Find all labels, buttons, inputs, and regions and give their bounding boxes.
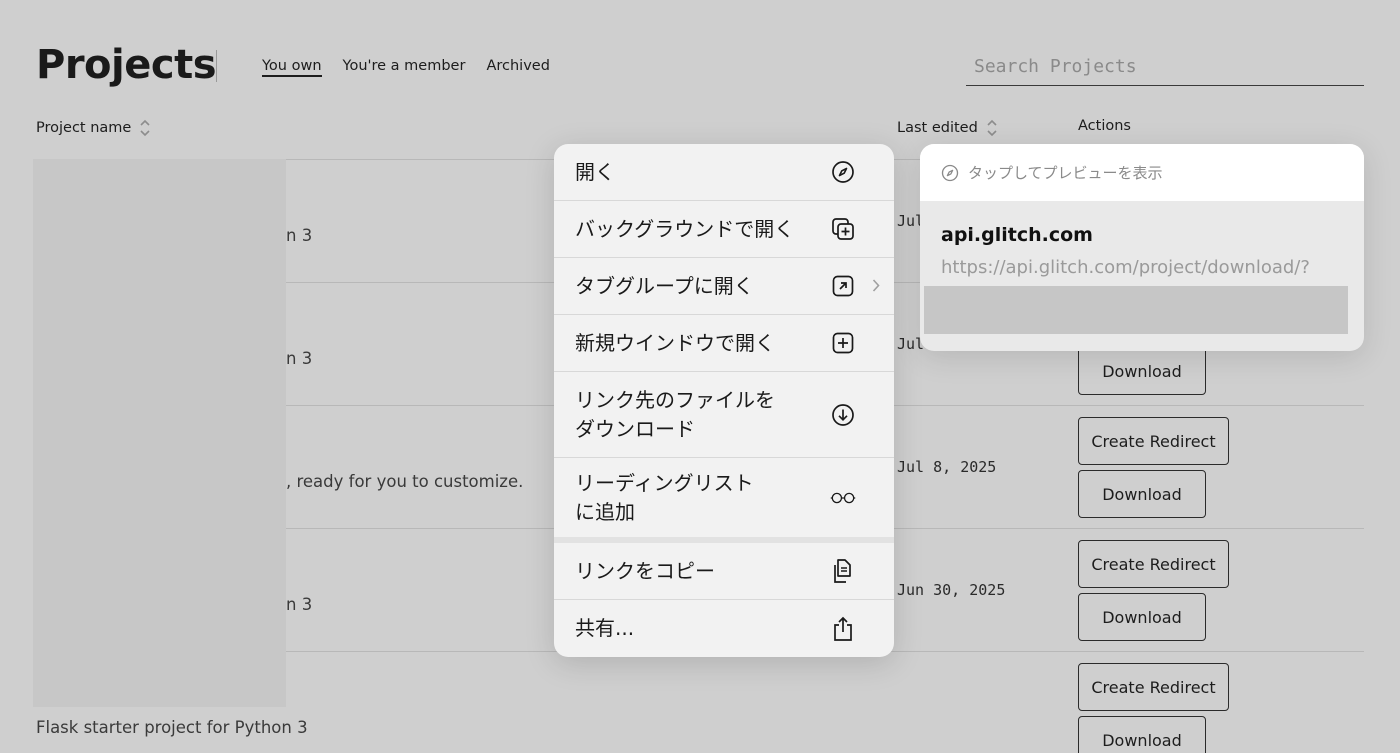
create-redirect-button[interactable]: Create Redirect bbox=[1078, 663, 1229, 711]
create-redirect-button[interactable]: Create Redirect bbox=[1078, 417, 1229, 465]
menu-item-label: リンク先のファイルを ダウンロード bbox=[575, 387, 775, 441]
column-header-last-edited[interactable]: Last edited bbox=[897, 118, 998, 138]
column-label: Project name bbox=[36, 120, 132, 136]
preview-hint-text: タップしてプレビューを表示 bbox=[968, 164, 1163, 182]
open-background-icon bbox=[830, 216, 856, 242]
tab-archived[interactable]: Archived bbox=[486, 58, 549, 77]
menu-item-label: 新規ウインドウで開く bbox=[575, 330, 775, 355]
menu-item-open-in-tab-group[interactable]: タブグループに開く bbox=[554, 258, 894, 315]
column-header-actions: Actions bbox=[1078, 118, 1131, 134]
menu-item-label: バックグラウンドで開く bbox=[575, 216, 795, 241]
last-edited-date: Jun 30, 2025 bbox=[897, 581, 1006, 599]
sort-icon bbox=[986, 118, 998, 138]
menu-item-share[interactable]: 共有... bbox=[554, 600, 894, 657]
project-description: n 3 bbox=[286, 349, 313, 368]
download-button[interactable]: Download bbox=[1078, 470, 1206, 518]
project-description: n 3 bbox=[286, 595, 313, 614]
menu-item-label: 共有... bbox=[575, 616, 635, 640]
menu-item-label: リーディングリスト に追加 bbox=[575, 470, 754, 524]
tab-group-icon bbox=[830, 273, 856, 299]
share-icon bbox=[830, 616, 856, 642]
link-preview-card[interactable]: タップしてプレビューを表示 api.glitch.com https://api… bbox=[920, 144, 1364, 351]
tab-you-own[interactable]: You own bbox=[262, 58, 322, 77]
menu-item-download-linked-file[interactable]: リンク先のファイルを ダウンロード bbox=[554, 372, 894, 458]
title-divider bbox=[216, 50, 217, 82]
preview-hint-bar[interactable]: タップしてプレビューを表示 bbox=[920, 144, 1364, 201]
tab-member[interactable]: You're a member bbox=[343, 58, 466, 77]
page-title: Projects bbox=[36, 42, 217, 88]
search-input[interactable] bbox=[966, 48, 1364, 86]
download-button[interactable]: Download bbox=[1078, 716, 1206, 753]
download-button[interactable]: Download bbox=[1078, 347, 1206, 395]
column-header-project-name[interactable]: Project name bbox=[36, 118, 151, 138]
menu-item-label: 開く bbox=[575, 159, 615, 184]
menu-item-add-reading-list[interactable]: リーディングリスト に追加 bbox=[554, 458, 894, 543]
menu-item-label: リンクをコピー bbox=[575, 558, 715, 583]
reading-glasses-icon bbox=[830, 485, 856, 511]
copy-icon bbox=[830, 558, 856, 584]
sort-icon bbox=[139, 118, 151, 138]
preview-domain: api.glitch.com bbox=[941, 224, 1093, 246]
project-tabs: You own You're a member Archived bbox=[262, 58, 550, 77]
redacted-project-thumbnails bbox=[33, 159, 286, 707]
redacted-url-remainder bbox=[924, 286, 1348, 334]
last-edited-date: Jul 8, 2025 bbox=[897, 458, 997, 476]
compass-icon bbox=[830, 159, 856, 185]
column-label: Actions bbox=[1078, 118, 1131, 134]
project-description: Flask starter project for Python 3 bbox=[36, 718, 308, 737]
menu-item-open-background[interactable]: バックグラウンドで開く bbox=[554, 201, 894, 258]
chevron-right-icon bbox=[872, 272, 880, 301]
project-description: , ready for you to customize. bbox=[286, 472, 524, 491]
compass-icon bbox=[941, 164, 959, 182]
menu-item-label: タブグループに開く bbox=[575, 273, 754, 298]
menu-item-copy-link[interactable]: リンクをコピー bbox=[554, 543, 894, 600]
new-window-icon bbox=[830, 330, 856, 356]
project-description: n 3 bbox=[286, 226, 313, 245]
download-icon bbox=[830, 402, 856, 428]
menu-item-open-new-window[interactable]: 新規ウインドウで開く bbox=[554, 315, 894, 372]
menu-item-open[interactable]: 開く bbox=[554, 144, 894, 201]
preview-url: https://api.glitch.com/project/download/… bbox=[941, 257, 1310, 278]
create-redirect-button[interactable]: Create Redirect bbox=[1078, 540, 1229, 588]
column-label: Last edited bbox=[897, 120, 978, 136]
download-button[interactable]: Download bbox=[1078, 593, 1206, 641]
link-context-menu: 開く バックグラウンドで開く タブグループに開く 新規ウインドウで開く リンク先… bbox=[554, 144, 894, 657]
